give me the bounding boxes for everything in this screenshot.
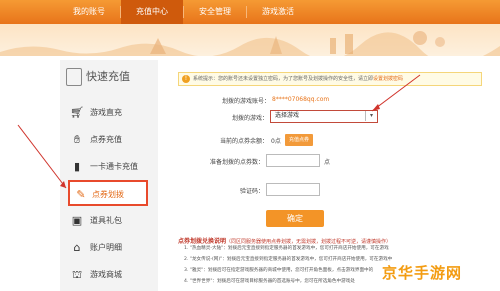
annotation-arrows	[17, 74, 421, 189]
site-watermark: 京华手游网	[382, 264, 463, 282]
